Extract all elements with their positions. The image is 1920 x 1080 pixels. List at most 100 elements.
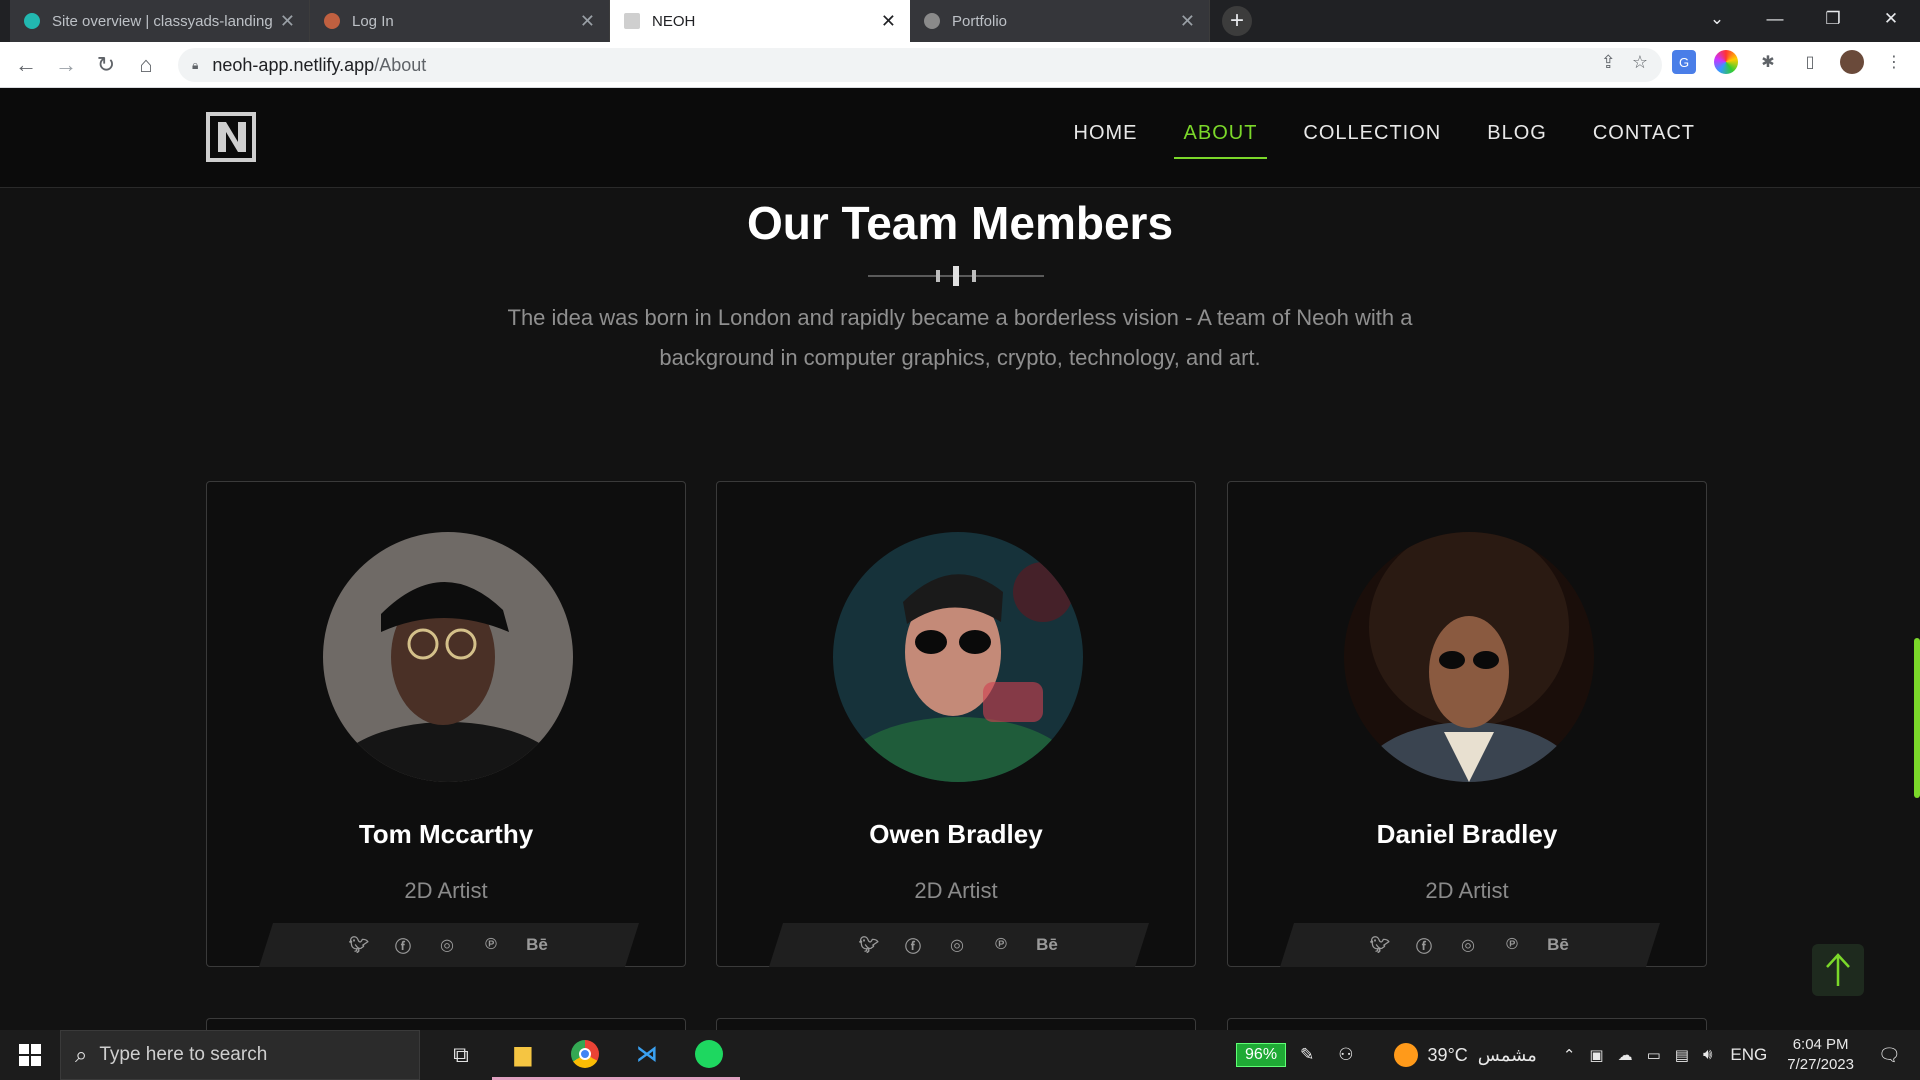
google-translate-icon[interactable]: G — [1672, 50, 1696, 74]
restore-icon[interactable]: ❐ — [1804, 0, 1862, 38]
social-links: 🐦︎ ⓕ ◎ ℗ Bē — [1280, 923, 1660, 967]
onedrive-cloud-icon[interactable]: ☁ — [1618, 1046, 1633, 1064]
tab-search-chevron-icon[interactable]: ⌄ — [1688, 0, 1746, 38]
extensions-bar: G ✱ ▯ ⋮ — [1672, 50, 1906, 74]
close-window-icon[interactable]: ✕ — [1862, 0, 1920, 38]
twitter-icon[interactable]: 🐦︎ — [858, 934, 880, 956]
volume-icon[interactable]: 🔊︎ — [1703, 1046, 1712, 1064]
team-card: Tom Mccarthy 2D Artist 🐦︎ ⓕ ◎ ℗ Bē — [206, 481, 686, 967]
search-icon: ⌕ — [75, 1042, 88, 1067]
nav-collection[interactable]: COLLECTION — [1303, 122, 1441, 159]
pinterest-icon[interactable]: ℗ — [480, 934, 502, 956]
search-placeholder: Type here to search — [99, 1044, 268, 1065]
tab-neoh[interactable]: NEOH ✕ — [610, 0, 910, 42]
behance-icon[interactable]: Bē — [524, 934, 550, 956]
behance-icon[interactable]: Bē — [1034, 934, 1060, 956]
chevron-up-icon[interactable]: ⌃ — [1563, 1046, 1576, 1064]
weather-condition: مشمس — [1477, 1044, 1537, 1065]
side-panel-icon[interactable]: ▯ — [1798, 50, 1822, 74]
facebook-icon[interactable]: ⓕ — [392, 934, 414, 956]
bookmark-star-icon[interactable]: ☆ — [1632, 52, 1648, 73]
tab-close-icon[interactable]: ✕ — [580, 11, 595, 32]
battery-indicator[interactable]: 96% — [1236, 1043, 1287, 1067]
facebook-icon[interactable]: ⓕ — [902, 934, 924, 956]
tab-portfolio[interactable]: Portfolio ✕ — [910, 0, 1210, 42]
pinterest-icon[interactable]: ℗ — [990, 934, 1012, 956]
nav-home[interactable]: HOME — [1074, 122, 1138, 159]
nav-blog[interactable]: BLOG — [1487, 122, 1547, 159]
network-icon[interactable]: ▤ — [1675, 1046, 1689, 1064]
page-scrollbar-thumb[interactable] — [1914, 638, 1920, 798]
team-card-next-row — [716, 1018, 1196, 1030]
profile-avatar[interactable] — [1840, 50, 1864, 74]
facebook-icon[interactable]: ⓕ — [1413, 934, 1435, 956]
device-icon[interactable]: ▣ — [1589, 1046, 1603, 1064]
forward-arrow-icon[interactable]: → — [52, 51, 80, 79]
task-view-icon[interactable]: ⧉ — [430, 1030, 492, 1080]
url-host: neoh-app.netlify.app — [212, 54, 375, 75]
minimize-icon[interactable]: — — [1746, 0, 1804, 38]
reload-icon[interactable]: ↻ — [92, 51, 120, 79]
start-button[interactable] — [0, 1030, 60, 1080]
language-indicator[interactable]: ENG — [1730, 1045, 1767, 1065]
tab-close-icon[interactable]: ✕ — [280, 11, 295, 32]
member-avatar — [1344, 532, 1594, 782]
people-icon[interactable]: ⚇ — [1338, 1045, 1353, 1065]
sun-icon — [1393, 1043, 1418, 1067]
nav-contact[interactable]: CONTACT — [1593, 122, 1695, 159]
neoh-logo-icon[interactable] — [206, 112, 256, 162]
tab-log-in[interactable]: Log In ✕ — [310, 0, 610, 42]
site-header: HOME ABOUT COLLECTION BLOG CONTACT — [0, 88, 1920, 188]
arrow-up-icon — [1826, 953, 1850, 986]
behance-icon[interactable]: Bē — [1545, 934, 1571, 956]
chrome-logo — [571, 1039, 599, 1068]
twitter-icon[interactable]: 🐦︎ — [1369, 934, 1391, 956]
address-bar[interactable]: 🔒︎ neoh-app.netlify.app/About ⇪ ☆ — [178, 48, 1662, 82]
weather-widget[interactable]: 39°C مشمس — [1393, 1043, 1537, 1067]
windows-logo-icon — [19, 1044, 41, 1066]
puzzle-extensions-icon[interactable]: ✱ — [1756, 50, 1780, 74]
vscode-icon[interactable]: ⋊ — [616, 1030, 678, 1080]
browser-tab-strip: Site overview | classyads-landing ✕ Log … — [0, 0, 1920, 42]
login-favicon-icon — [324, 13, 340, 29]
member-role: 2D Artist — [914, 878, 998, 903]
lock-icon: 🔒︎ — [192, 57, 199, 72]
scroll-to-top-button[interactable] — [1812, 944, 1864, 996]
tab-list: Site overview | classyads-landing ✕ Log … — [10, 0, 1252, 42]
battery-icon[interactable]: ▭ — [1647, 1046, 1661, 1064]
twitter-icon[interactable]: 🐦︎ — [348, 934, 370, 956]
team-card-next-row — [206, 1018, 686, 1030]
instagram-icon[interactable]: ◎ — [946, 934, 968, 956]
nav-about[interactable]: ABOUT — [1173, 122, 1268, 159]
pen-icon[interactable]: ✎ — [1300, 1045, 1314, 1065]
back-arrow-icon[interactable]: ← — [12, 51, 40, 79]
pinterest-icon[interactable]: ℗ — [1501, 934, 1523, 956]
color-picker-extension-icon[interactable] — [1714, 50, 1738, 74]
windows-taskbar: ⌕ Type here to search ⧉ ▆ ⋊ 96% ✎ ⚇ 39°C… — [0, 1030, 1920, 1080]
spotify-icon[interactable] — [678, 1030, 740, 1080]
social-links: 🐦︎ ⓕ ◎ ℗ Bē — [769, 923, 1149, 967]
web-page: HOME ABOUT COLLECTION BLOG CONTACT Our T… — [0, 88, 1920, 1030]
tab-close-icon[interactable]: ✕ — [1180, 11, 1195, 32]
notification-icon[interactable]: 🗨︎ — [1878, 1045, 1906, 1066]
member-avatar — [833, 532, 1083, 782]
spotify-logo — [695, 1039, 723, 1068]
taskbar-search-box[interactable]: ⌕ Type here to search — [60, 1030, 420, 1080]
new-tab-button[interactable]: + — [1222, 6, 1252, 36]
instagram-icon[interactable]: ◎ — [1457, 934, 1479, 956]
main-nav: HOME ABOUT COLLECTION BLOG CONTACT — [1074, 122, 1695, 159]
team-card: Owen Bradley 2D Artist 🐦︎ ⓕ ◎ ℗ Bē — [716, 481, 1196, 967]
globe-favicon-icon — [924, 13, 940, 29]
kebab-menu-icon[interactable]: ⋮ — [1882, 50, 1906, 74]
file-explorer-icon[interactable]: ▆ — [492, 1030, 554, 1080]
tab-site-overview[interactable]: Site overview | classyads-landing ✕ — [10, 0, 310, 42]
home-icon[interactable]: ⌂ — [132, 51, 160, 79]
browser-toolbar: ← → ↻ ⌂ 🔒︎ neoh-app.netlify.app/About ⇪ … — [0, 42, 1920, 88]
clock[interactable]: 6:04 PM 7/27/2023 — [1787, 1035, 1854, 1075]
chrome-icon[interactable] — [554, 1030, 616, 1080]
share-icon[interactable]: ⇪ — [1601, 52, 1616, 73]
instagram-icon[interactable]: ◎ — [436, 934, 458, 956]
tab-close-icon[interactable]: ✕ — [881, 11, 896, 32]
member-name: Daniel Bradley — [1376, 819, 1558, 849]
section-title: Our Team Members — [746, 197, 1174, 249]
